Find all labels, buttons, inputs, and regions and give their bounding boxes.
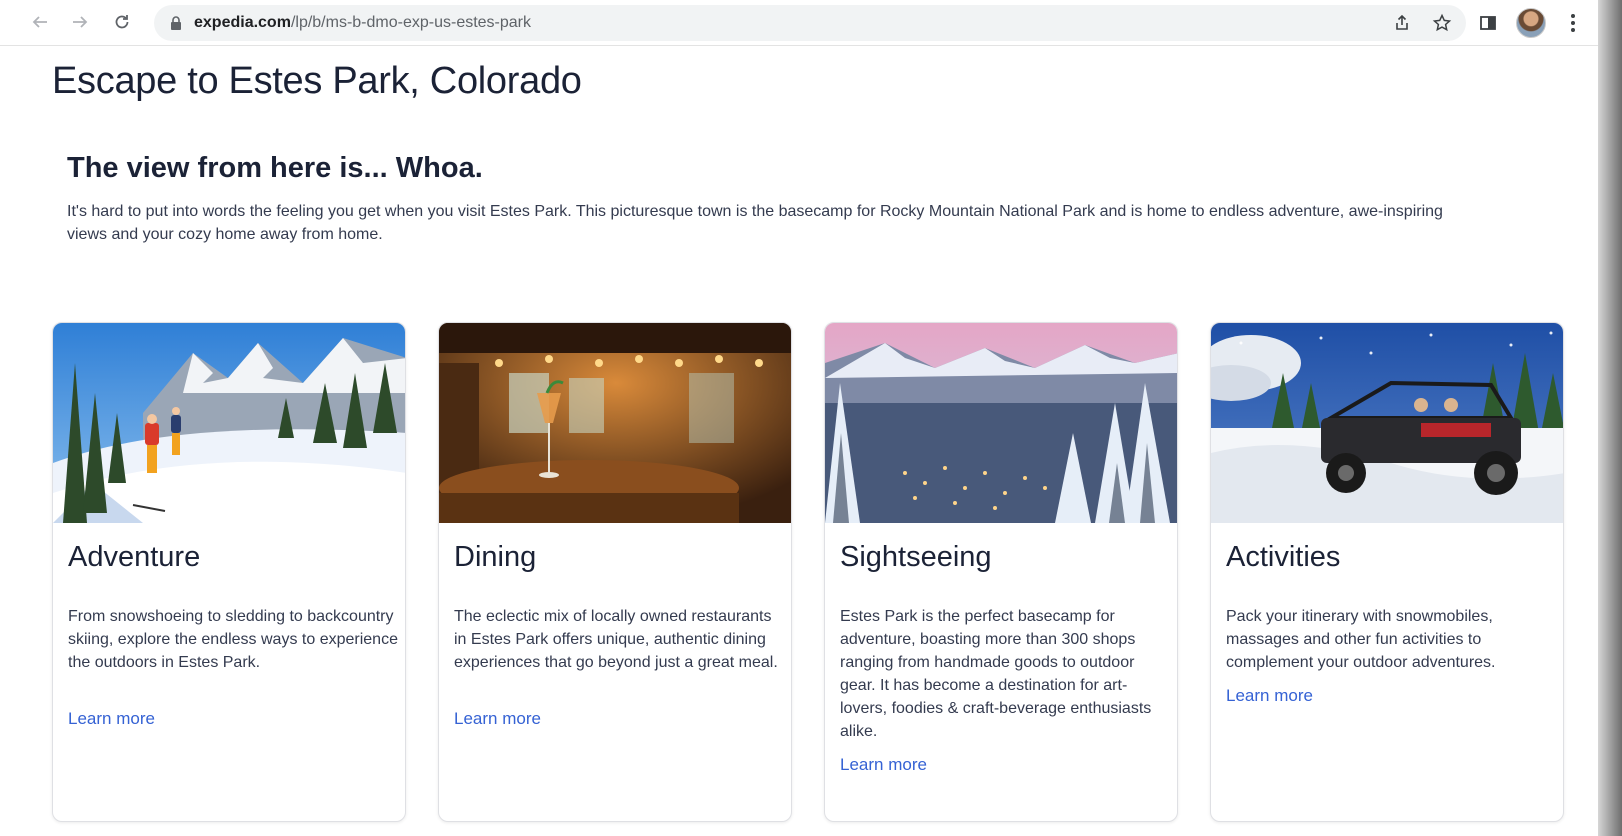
url-path: /lp/b/ms-b-dmo-exp-us-estes-park	[290, 14, 532, 31]
learn-more-link-adventure[interactable]: Learn more	[68, 709, 155, 729]
section-heading: The view from here is... Whoa.	[67, 152, 483, 184]
adventure-image[interactable]	[53, 323, 405, 523]
card-adventure[interactable]: Adventure From snowshoeing to sledding t…	[52, 322, 406, 822]
card-title-adventure: Adventure	[68, 541, 201, 573]
forward-arrow-icon[interactable]	[66, 8, 94, 36]
card-title-activities: Activities	[1226, 541, 1341, 573]
card-dining[interactable]: Dining The eclectic mix of locally owned…	[438, 322, 792, 822]
activities-image[interactable]	[1211, 323, 1563, 523]
lock-icon	[168, 15, 184, 31]
card-title-sightseeing: Sightseeing	[840, 541, 992, 573]
side-panel-icon[interactable]	[1475, 10, 1501, 36]
url-domain: expedia.com	[194, 14, 291, 31]
card-description-dining: The eclectic mix of locally owned restau…	[454, 608, 778, 671]
profile-avatar[interactable]	[1516, 8, 1546, 38]
window-edge-shadow	[1598, 0, 1622, 836]
card-description-activities: Pack your itinerary with snowmobiles, ma…	[1226, 608, 1496, 671]
card-sightseeing[interactable]: Sightseeing Estes Park is the perfect ba…	[824, 322, 1178, 822]
card-description-sightseeing: Estes Park is the perfect basecamp for a…	[840, 608, 1152, 740]
star-icon[interactable]	[1430, 11, 1454, 35]
kebab-menu-icon[interactable]	[1560, 10, 1586, 36]
address-bar[interactable]: expedia.com/lp/b/ms-b-dmo-exp-us-estes-p…	[154, 5, 1466, 41]
learn-more-link-sightseeing[interactable]: Learn more	[840, 755, 927, 775]
url-text: expedia.com/lp/b/ms-b-dmo-exp-us-estes-p…	[194, 14, 531, 32]
section-intro: It's hard to put into words the feeling …	[67, 203, 1443, 243]
sightseeing-image[interactable]	[825, 323, 1177, 523]
learn-more-link-dining[interactable]: Learn more	[454, 709, 541, 729]
share-icon[interactable]	[1390, 11, 1414, 35]
page-title: Escape to Estes Park, Colorado	[52, 60, 582, 102]
card-title-dining: Dining	[454, 541, 537, 573]
dining-image[interactable]	[439, 323, 791, 523]
browser-toolbar: expedia.com/lp/b/ms-b-dmo-exp-us-estes-p…	[0, 0, 1600, 46]
card-activities[interactable]: Activities Pack your itinerary with snow…	[1210, 322, 1564, 822]
card-description-adventure: From snowshoeing to sledding to backcoun…	[68, 608, 398, 671]
back-arrow-icon[interactable]	[26, 8, 54, 36]
reload-icon[interactable]	[108, 8, 136, 36]
learn-more-link-activities[interactable]: Learn more	[1226, 686, 1313, 706]
